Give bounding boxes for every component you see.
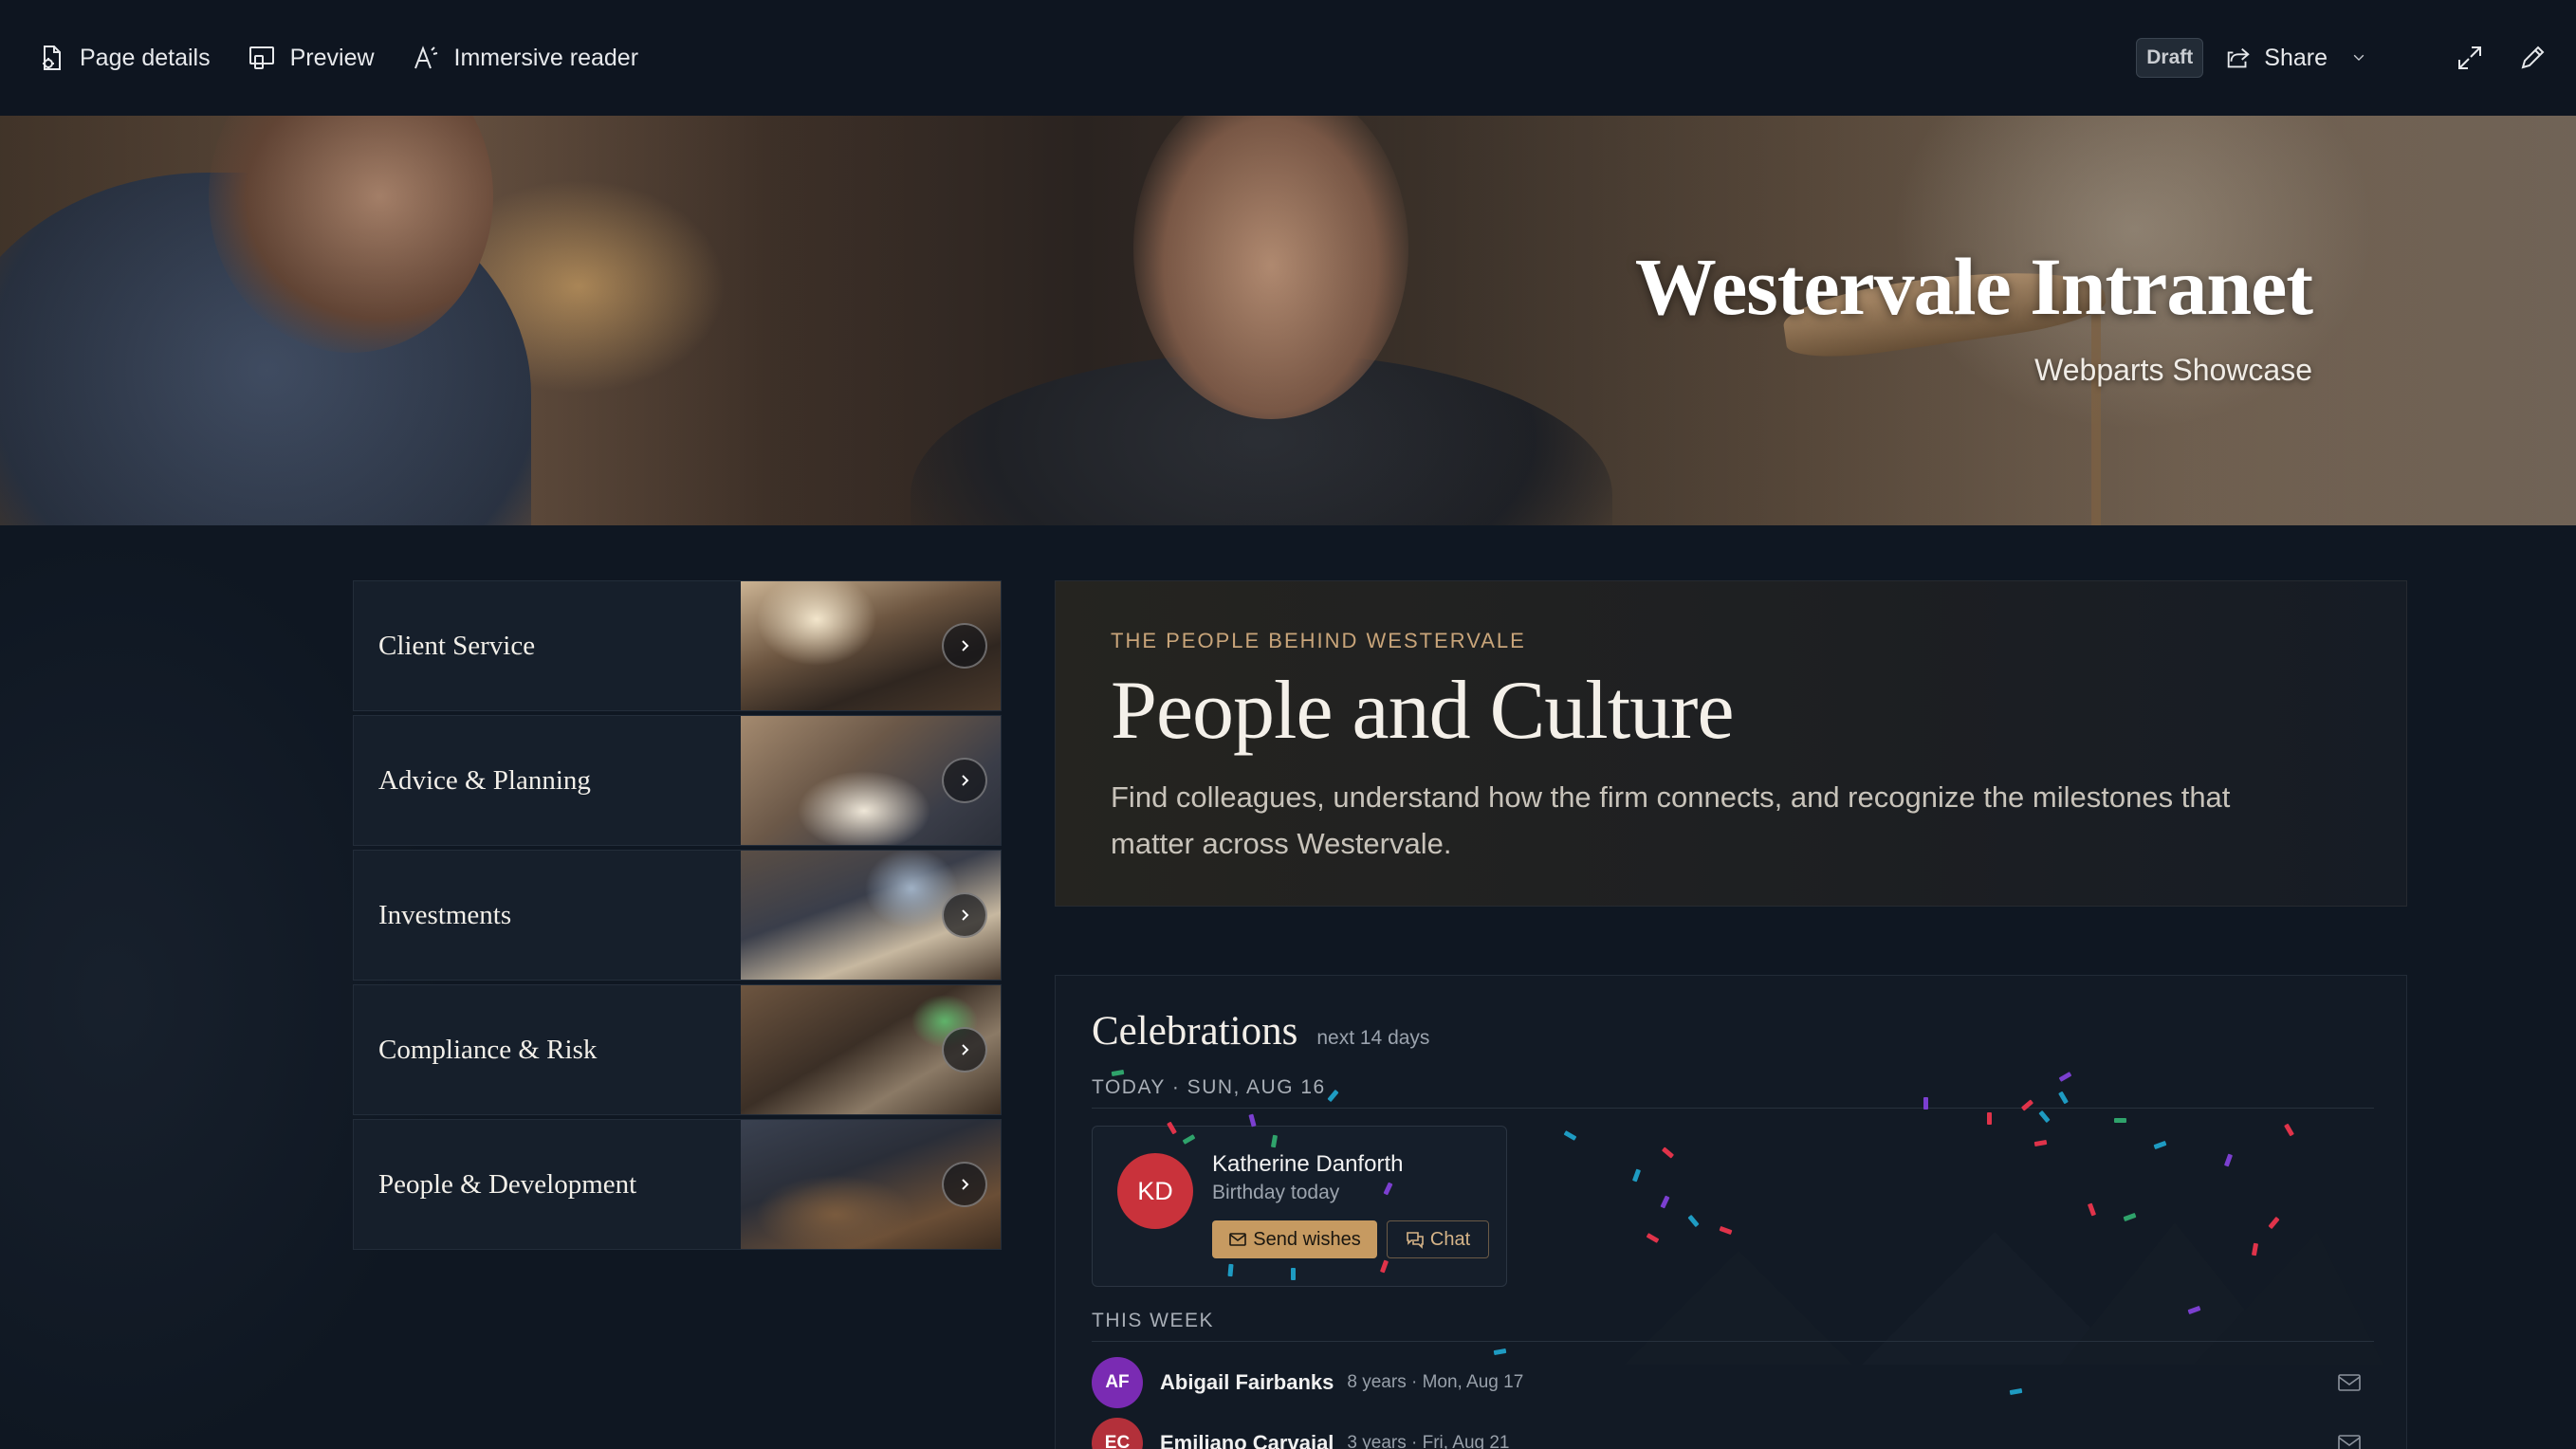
command-bar-right: Draft Share (2136, 38, 2551, 78)
share-label: Share (2264, 44, 2328, 71)
page-gear-icon (43, 46, 61, 70)
celebrations-webpart: Celebrations next 14 days TODAY · SUN, A… (1055, 975, 2407, 1449)
quick-link-thumbnail (741, 985, 1001, 1114)
confetti-piece (2058, 1072, 2072, 1082)
people-culture-title: People and Culture (1111, 665, 1735, 757)
hero-subtitle: Webparts Showcase (2034, 353, 2312, 387)
chat-label: Chat (1429, 1228, 1471, 1250)
avatar: EC (1092, 1418, 1143, 1449)
quick-link-label: Compliance & Risk (378, 1034, 598, 1065)
chevron-right-icon[interactable] (942, 758, 987, 803)
chevron-right-icon[interactable] (942, 1162, 987, 1207)
quick-links: Client Service Advice & Planning Investm… (353, 580, 1002, 1254)
immersive-reader-label: Immersive reader (453, 44, 639, 71)
expand-icon (2458, 46, 2481, 69)
confetti-piece (1923, 1097, 1928, 1110)
quick-link-thumbnail (741, 851, 1001, 980)
avatar[interactable]: KD (1117, 1153, 1193, 1229)
celebrations-header: Celebrations next 14 days (1092, 1008, 1429, 1055)
today-label: TODAY · SUN, AUG 16 (1092, 1076, 1326, 1098)
celebrant-name[interactable]: Katherine Danforth (1212, 1151, 1403, 1178)
celebrant-occasion: Birthday today (1212, 1182, 1340, 1203)
preview-button[interactable]: Preview (247, 43, 375, 73)
page-details-button[interactable]: Page details (36, 43, 211, 73)
preview-label: Preview (289, 44, 375, 71)
celebration-meta: 3 years · Fri, Aug 21 (1347, 1433, 1510, 1449)
mail-icon[interactable] (2336, 1369, 2363, 1396)
avatar: AF (1092, 1357, 1143, 1408)
celebrations-title: Celebrations (1092, 1009, 1298, 1054)
page-details-label: Page details (80, 44, 211, 71)
command-bar-left: Page details Preview Immersive reader (36, 43, 674, 73)
quick-link-label: Investments (378, 899, 512, 930)
command-bar: Page details Preview Immersive reader Dr… (0, 0, 2576, 116)
celebration-meta: 8 years · Mon, Aug 17 (1347, 1372, 1524, 1392)
mail-icon (1229, 1233, 1247, 1246)
quick-link-label: Advice & Planning (378, 764, 591, 796)
send-wishes-button[interactable]: Send wishes (1212, 1220, 1377, 1258)
list-item[interactable]: EC Emiliano Carvajal 3 years · Fri, Aug … (1092, 1417, 2374, 1449)
chevron-right-icon[interactable] (942, 623, 987, 669)
week-divider (1092, 1341, 2374, 1342)
quick-link-thumbnail (741, 581, 1001, 710)
immersive-reader-icon (414, 46, 437, 69)
preview-icon (248, 46, 274, 69)
quick-link-people-development[interactable]: People & Development (353, 1119, 1002, 1250)
chat-button[interactable]: Chat (1387, 1220, 1489, 1258)
confetti-piece (1493, 1348, 1507, 1356)
people-culture-description: Find colleagues, understand how the firm… (1111, 780, 2231, 860)
colleague-name[interactable]: Emiliano Carvajal (1160, 1431, 1334, 1449)
this-week-label: THIS WEEK (1092, 1310, 1215, 1331)
share-button[interactable]: Share (2224, 44, 2369, 72)
list-item[interactable]: AF Abigail Fairbanks 8 years · Mon, Aug … (1092, 1356, 2374, 1409)
people-culture-eyebrow: THE PEOPLE BEHIND WESTERVALE (1111, 629, 1526, 652)
hero-banner: Westervale Intranet Webparts Showcase (0, 116, 2576, 525)
chevron-right-icon[interactable] (942, 1027, 987, 1073)
immersive-reader-button[interactable]: Immersive reader (411, 43, 639, 73)
quick-link-label: People & Development (378, 1168, 637, 1200)
chevron-down-icon (2353, 54, 2364, 62)
mail-icon[interactable] (2336, 1430, 2363, 1449)
quick-link-client-service[interactable]: Client Service (353, 580, 1002, 711)
share-icon (2228, 47, 2251, 68)
quick-link-thumbnail (741, 1120, 1001, 1249)
quick-link-investments[interactable]: Investments (353, 850, 1002, 981)
quick-link-advice-planning[interactable]: Advice & Planning (353, 715, 1002, 846)
today-celebration-card: KD Katherine Danforth Birthday today Sen… (1092, 1126, 1507, 1287)
confetti-piece (1327, 1089, 1339, 1103)
today-divider (1092, 1108, 2374, 1109)
quick-link-thumbnail (741, 716, 1001, 845)
edit-button[interactable] (2513, 39, 2551, 77)
confetti-piece (2114, 1118, 2126, 1123)
draft-badge: Draft (2136, 38, 2204, 78)
pencil-icon (2521, 46, 2545, 69)
send-wishes-label: Send wishes (1253, 1228, 1361, 1250)
celebrations-range: next 14 days (1316, 1027, 1430, 1049)
chat-icon (1407, 1232, 1424, 1249)
chevron-right-icon[interactable] (942, 892, 987, 938)
quick-link-label: Client Service (378, 630, 536, 661)
people-culture-banner: THE PEOPLE BEHIND WESTERVALE People and … (1055, 580, 2407, 907)
hero-title: Westervale Intranet (1634, 241, 2313, 332)
confetti-piece (1291, 1268, 1296, 1280)
confetti-piece (1987, 1112, 1992, 1125)
expand-button[interactable] (2451, 39, 2489, 77)
confetti-backdrop (1625, 1222, 2383, 1365)
confetti-piece (1111, 1069, 1125, 1077)
quick-link-compliance-risk[interactable]: Compliance & Risk (353, 984, 1002, 1115)
colleague-name[interactable]: Abigail Fairbanks (1160, 1370, 1334, 1395)
